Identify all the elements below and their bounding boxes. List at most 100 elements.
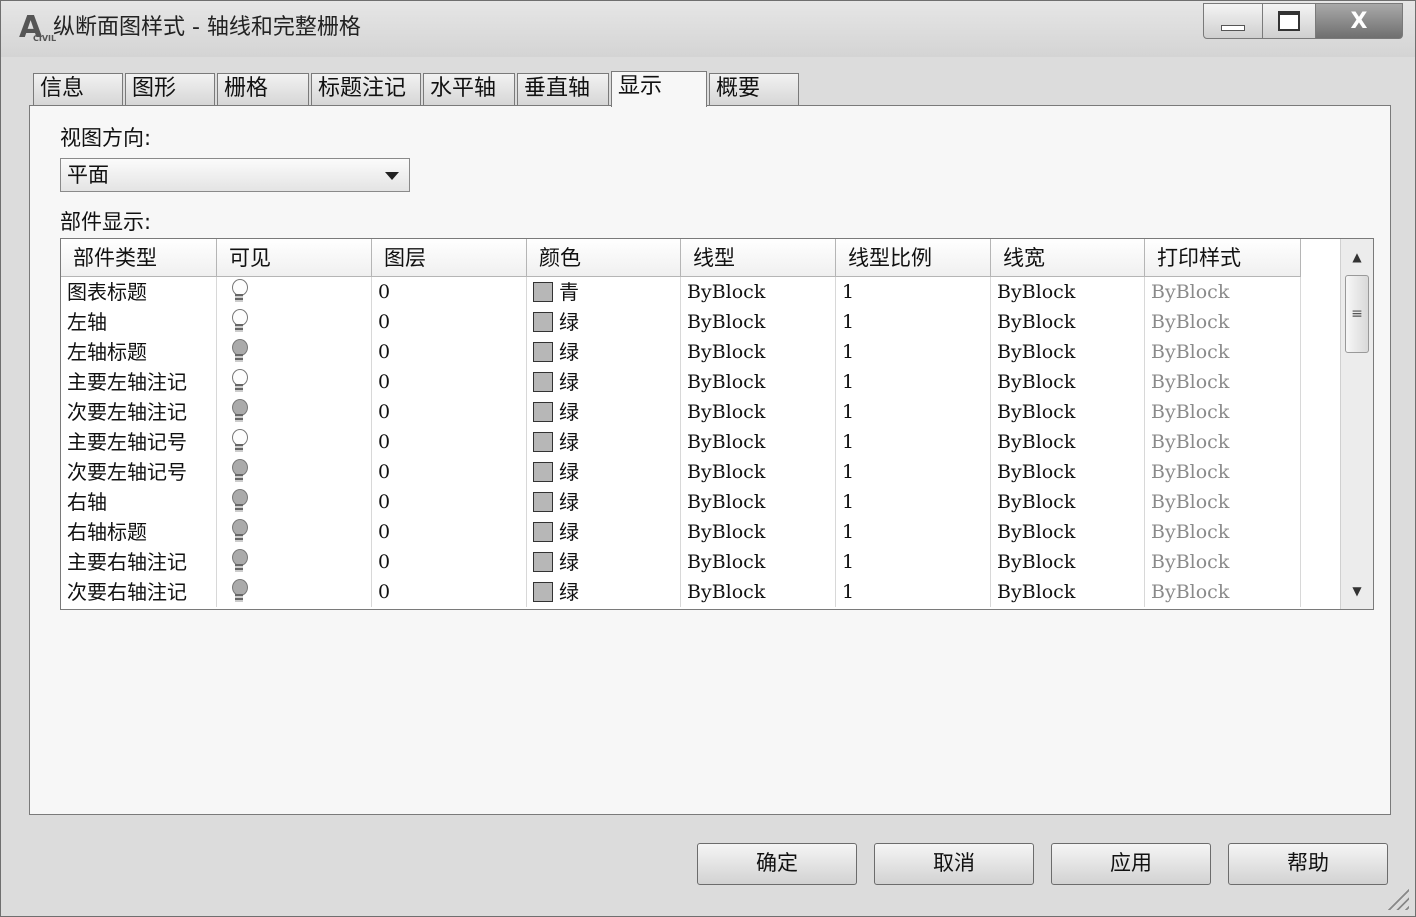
table-row[interactable]: 主要左轴记号 0 绿 ByBlock 1 ByBlock ByBlock <box>61 427 1301 457</box>
table-row[interactable]: 右轴 0 绿 ByBlock 1 ByBlock ByBlock <box>61 487 1301 517</box>
resize-grip[interactable] <box>1387 888 1409 910</box>
cell-color[interactable]: 绿 <box>527 337 681 367</box>
cell-plotstyle[interactable]: ByBlock <box>1145 517 1301 547</box>
cell-lineweight[interactable]: ByBlock <box>991 277 1145 307</box>
cell-layer[interactable]: 0 <box>372 547 527 577</box>
cell-layer[interactable]: 0 <box>372 487 527 517</box>
cell-plotstyle[interactable]: ByBlock <box>1145 307 1301 337</box>
lightbulb-off-icon[interactable] <box>231 579 248 605</box>
tab-5[interactable]: 垂直轴 <box>517 73 609 105</box>
cell-visible[interactable] <box>217 367 372 397</box>
cell-plotstyle[interactable]: ByBlock <box>1145 277 1301 307</box>
column-header-6[interactable]: 线宽 <box>991 239 1145 277</box>
cell-type[interactable]: 左轴 <box>61 307 217 337</box>
lightbulb-off-icon[interactable] <box>231 519 248 545</box>
scroll-down-button[interactable]: ▼ <box>1341 575 1373 607</box>
cell-linetype[interactable]: ByBlock <box>681 487 836 517</box>
cell-plotstyle[interactable]: ByBlock <box>1145 487 1301 517</box>
cell-plotstyle[interactable]: ByBlock <box>1145 547 1301 577</box>
cell-linetype[interactable]: ByBlock <box>681 547 836 577</box>
column-header-0[interactable]: 部件类型 <box>61 239 217 277</box>
cell-lineweight[interactable]: ByBlock <box>991 547 1145 577</box>
cell-color[interactable]: 绿 <box>527 577 681 607</box>
cell-type[interactable]: 左轴标题 <box>61 337 217 367</box>
cell-plotstyle[interactable]: ByBlock <box>1145 577 1301 607</box>
cell-lineweight[interactable]: ByBlock <box>991 397 1145 427</box>
cell-plotstyle[interactable]: ByBlock <box>1145 397 1301 427</box>
cell-visible[interactable] <box>217 517 372 547</box>
column-header-5[interactable]: 线型比例 <box>836 239 991 277</box>
cell-linetype[interactable]: ByBlock <box>681 307 836 337</box>
lightbulb-off-icon[interactable] <box>231 459 248 485</box>
cell-layer[interactable]: 0 <box>372 277 527 307</box>
table-row[interactable]: 右轴标题 0 绿 ByBlock 1 ByBlock ByBlock <box>61 517 1301 547</box>
table-row[interactable]: 图表标题 0 青 ByBlock 1 ByBlock ByBlock <box>61 277 1301 307</box>
cell-linetype[interactable]: ByBlock <box>681 337 836 367</box>
cell-layer[interactable]: 0 <box>372 307 527 337</box>
cell-linetype[interactable]: ByBlock <box>681 517 836 547</box>
cell-type[interactable]: 右轴标题 <box>61 517 217 547</box>
cell-linetype[interactable]: ByBlock <box>681 367 836 397</box>
cell-lineweight[interactable]: ByBlock <box>991 337 1145 367</box>
cell-plotstyle[interactable]: ByBlock <box>1145 427 1301 457</box>
cell-visible[interactable] <box>217 577 372 607</box>
column-header-7[interactable]: 打印样式 <box>1145 239 1301 277</box>
cell-lineweight[interactable]: ByBlock <box>991 307 1145 337</box>
minimize-button[interactable] <box>1203 3 1263 39</box>
cell-plotstyle[interactable]: ByBlock <box>1145 367 1301 397</box>
cell-layer[interactable]: 0 <box>372 457 527 487</box>
cell-scale[interactable]: 1 <box>836 277 991 307</box>
title-bar[interactable]: A CIVIL 纵断面图样式 - 轴线和完整栅格 X <box>1 1 1415 57</box>
lightbulb-off-icon[interactable] <box>231 549 248 575</box>
cell-color[interactable]: 绿 <box>527 547 681 577</box>
scroll-up-button[interactable]: ▲ <box>1341 241 1373 273</box>
cell-scale[interactable]: 1 <box>836 307 991 337</box>
cell-lineweight[interactable]: ByBlock <box>991 457 1145 487</box>
tab-2[interactable]: 栅格 <box>217 73 309 105</box>
table-row[interactable]: 主要左轴注记 0 绿 ByBlock 1 ByBlock ByBlock <box>61 367 1301 397</box>
cell-color[interactable]: 绿 <box>527 487 681 517</box>
view-direction-select[interactable]: 平面 <box>60 158 410 192</box>
column-header-3[interactable]: 颜色 <box>527 239 681 277</box>
cell-visible[interactable] <box>217 307 372 337</box>
cell-layer[interactable]: 0 <box>372 427 527 457</box>
lightbulb-off-icon[interactable] <box>231 399 248 425</box>
cell-plotstyle[interactable]: ByBlock <box>1145 337 1301 367</box>
cell-color[interactable]: 绿 <box>527 397 681 427</box>
lightbulb-on-icon[interactable] <box>231 309 248 335</box>
tab-4[interactable]: 水平轴 <box>423 73 515 105</box>
cell-visible[interactable] <box>217 397 372 427</box>
cell-linetype[interactable]: ByBlock <box>681 277 836 307</box>
cell-scale[interactable]: 1 <box>836 427 991 457</box>
column-header-4[interactable]: 线型 <box>681 239 836 277</box>
lightbulb-on-icon[interactable] <box>231 279 248 305</box>
cell-lineweight[interactable]: ByBlock <box>991 487 1145 517</box>
cell-color[interactable]: 绿 <box>527 427 681 457</box>
cell-scale[interactable]: 1 <box>836 337 991 367</box>
tab-3[interactable]: 标题注记 <box>311 73 421 105</box>
cell-visible[interactable] <box>217 427 372 457</box>
cell-visible[interactable] <box>217 547 372 577</box>
close-button[interactable]: X <box>1316 3 1403 39</box>
cell-lineweight[interactable]: ByBlock <box>991 427 1145 457</box>
column-header-1[interactable]: 可见 <box>217 239 372 277</box>
cell-lineweight[interactable]: ByBlock <box>991 577 1145 607</box>
cell-linetype[interactable]: ByBlock <box>681 397 836 427</box>
vertical-scrollbar[interactable]: ▲ ≡ ▼ <box>1340 239 1373 609</box>
cell-scale[interactable]: 1 <box>836 547 991 577</box>
cell-scale[interactable]: 1 <box>836 397 991 427</box>
cell-visible[interactable] <box>217 487 372 517</box>
cell-type[interactable]: 次要左轴注记 <box>61 397 217 427</box>
cell-layer[interactable]: 0 <box>372 367 527 397</box>
cell-color[interactable]: 青 <box>527 277 681 307</box>
tab-0[interactable]: 信息 <box>33 73 123 105</box>
cell-type[interactable]: 图表标题 <box>61 277 217 307</box>
cell-plotstyle[interactable]: ByBlock <box>1145 457 1301 487</box>
cell-type[interactable]: 次要左轴记号 <box>61 457 217 487</box>
tab-7[interactable]: 概要 <box>709 73 799 105</box>
cell-layer[interactable]: 0 <box>372 337 527 367</box>
cell-layer[interactable]: 0 <box>372 577 527 607</box>
lightbulb-off-icon[interactable] <box>231 489 248 515</box>
table-row[interactable]: 左轴 0 绿 ByBlock 1 ByBlock ByBlock <box>61 307 1301 337</box>
cell-layer[interactable]: 0 <box>372 517 527 547</box>
